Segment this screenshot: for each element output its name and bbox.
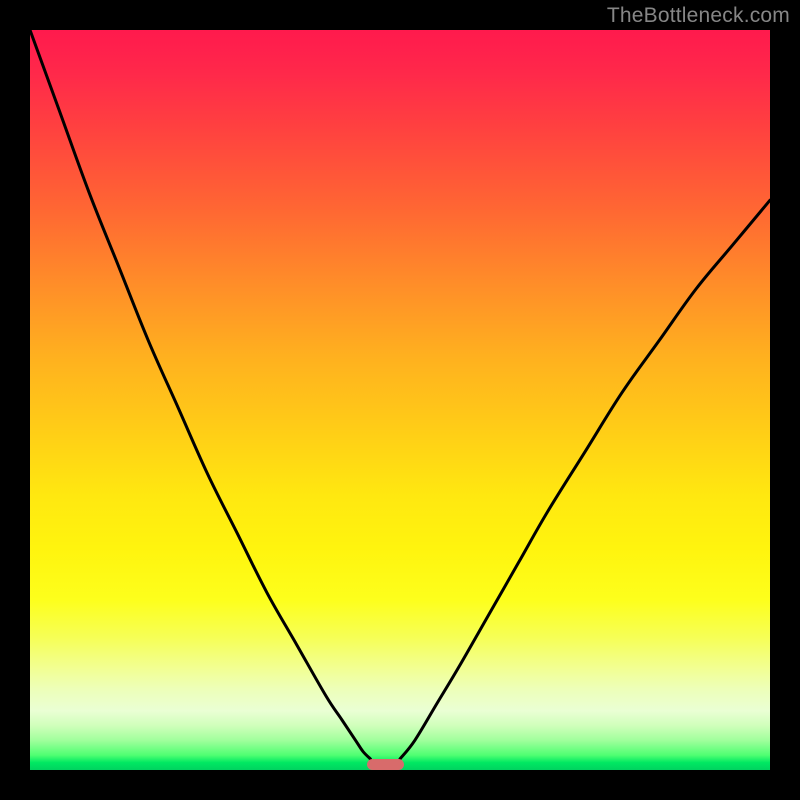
watermark-text: TheBottleneck.com — [607, 4, 790, 28]
chart-frame: TheBottleneck.com — [0, 0, 800, 800]
right-curve — [400, 200, 770, 759]
left-curve — [30, 30, 370, 759]
curve-svg — [30, 30, 770, 770]
plot-area — [30, 30, 770, 770]
bottleneck-marker — [367, 759, 404, 770]
